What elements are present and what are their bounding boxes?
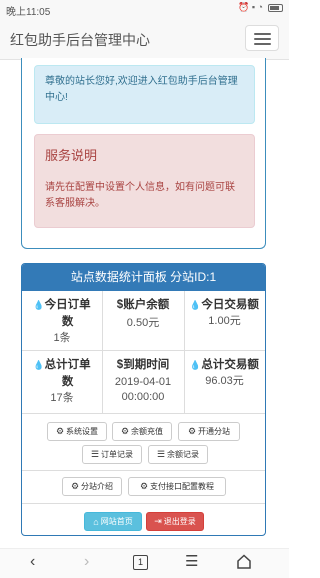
balance-records-button[interactable]: ☰ 余额记录: [148, 445, 208, 464]
menu-icon[interactable]: ☰: [185, 552, 198, 570]
stat-label: 💧今日订单数: [22, 297, 102, 331]
system-settings-label: 系统设置: [66, 427, 99, 436]
welcome-text: 尊敬的站长您好,欢迎进入红包助手后台管理中心!: [45, 76, 238, 103]
system-settings-button[interactable]: ⚙ 系统设置: [47, 422, 107, 441]
tabs-count: 1: [137, 557, 143, 567]
gear-icon: ⚙: [139, 481, 149, 491]
payment-tutorial-button[interactable]: ⚙ 支付接口配置教程: [128, 477, 226, 496]
stat-account-balance: $账户余额 0.50元: [102, 297, 184, 331]
stat-total-orders-label: 总计订单数: [44, 359, 91, 388]
hamburger-icon-line: [254, 43, 271, 45]
gear-icon: ⚙: [55, 426, 65, 436]
stat-total-orders-value: 17条: [50, 392, 74, 404]
stat-today-orders-value: 1条: [53, 332, 71, 344]
balance-records-label: 余额记录: [167, 450, 200, 459]
list-icon: ☰: [90, 449, 100, 459]
logout-button[interactable]: ⇥ 退出登录: [146, 512, 204, 531]
list-icon: ☰: [156, 449, 166, 459]
site-home-button[interactable]: ⌂ 网站首页: [84, 512, 142, 531]
gear-icon: ⚙: [70, 481, 80, 491]
button-divider: [22, 470, 265, 471]
hamburger-icon: [254, 33, 271, 35]
payment-tutorial-label: 支付接口配置教程: [150, 482, 215, 491]
button-divider: [22, 503, 265, 504]
order-records-label: 订单记录: [101, 450, 134, 459]
stat-label: $账户余额: [102, 297, 184, 314]
service-alert: 服务说明 请先在配置中设置个人信息，如有问题可联系客服解决。: [34, 134, 255, 228]
stat-account-balance-label: 账户余额: [123, 299, 170, 311]
navbar-brand[interactable]: 红包助手后台管理中心: [10, 30, 150, 50]
stat-expiry-time: $到期时间 2019-04-01 00:00:00: [102, 357, 184, 405]
stat-label: $到期时间: [102, 357, 184, 374]
drop-icon: 💧: [33, 300, 45, 310]
browser-bottom-bar: ‹ › 1 ☰: [0, 548, 289, 578]
stat-label: 💧总计交易额: [184, 357, 265, 374]
house-icon-svg: [237, 554, 251, 569]
stat-account-balance-value: 0.50元: [126, 317, 160, 329]
site-home-label: 网站首页: [100, 517, 133, 526]
hamburger-icon-line: [254, 38, 271, 40]
battery-icon: [268, 3, 283, 12]
gear-icon: ⚙: [120, 426, 130, 436]
open-substation-label: 开通分站: [198, 427, 231, 436]
row-divider: [22, 413, 265, 414]
logout-label: 退出登录: [163, 517, 196, 526]
message-panel: 尊敬的站长您好,欢迎进入红包助手后台管理中心! 服务说明 请先在配置中设置个人信…: [21, 58, 266, 249]
stat-expiry-time-label: 到期时间: [123, 359, 170, 371]
status-indicators: ⏰ ▪ ◔: [238, 2, 263, 12]
stat-today-revenue-label: 今日交易额: [201, 299, 259, 311]
order-records-button[interactable]: ☰ 订单记录: [82, 445, 142, 464]
tabs-button[interactable]: 1: [133, 555, 148, 570]
forward-icon[interactable]: ›: [84, 553, 89, 571]
stat-total-revenue-label: 总计交易额: [201, 359, 259, 371]
substation-intro-label: 分站介绍: [81, 482, 114, 491]
open-substation-button[interactable]: ⚙ 开通分站: [178, 422, 240, 441]
status-bar: 晚上11:05 ⏰ ▪ ◔: [0, 0, 289, 18]
stats-panel-header: 站点数据统计面板 分站ID:1: [22, 264, 265, 291]
logout-icon: ⇥: [154, 516, 162, 526]
home-icon: ⌂: [93, 516, 99, 527]
stat-expiry-time-value: 2019-04-01 00:00:00: [114, 376, 172, 403]
home-nav-icon[interactable]: [236, 554, 252, 574]
stat-today-orders: 💧今日订单数 1条: [22, 297, 102, 346]
stats-panel: 站点数据统计面板 分站ID:1 💧今日订单数 1条 $账户余额 0.50元 💧今…: [21, 263, 266, 536]
back-icon[interactable]: ‹: [30, 553, 35, 571]
drop-icon: 💧: [189, 360, 202, 370]
service-body: 请先在配置中设置个人信息，如有问题可联系客服解决。: [45, 182, 235, 209]
stat-today-orders-label: 今日订单数: [44, 299, 91, 328]
row-divider: [22, 350, 265, 351]
status-time: 晚上11:05: [6, 7, 51, 18]
stat-today-revenue: 💧今日交易额 1.00元: [184, 297, 265, 329]
stat-total-revenue-value: 96.03元: [205, 375, 244, 387]
stat-label: 💧今日交易额: [184, 297, 265, 314]
status-icons: ⏰ ▪ ◔: [238, 2, 283, 13]
gear-icon: ⚙: [187, 426, 197, 436]
stat-label: 💧总计订单数: [22, 357, 102, 391]
menu-toggle-button[interactable]: [245, 25, 279, 51]
stat-total-orders: 💧总计订单数 17条: [22, 357, 102, 406]
balance-recharge-label: 余额充值: [131, 427, 164, 436]
drop-icon: 💧: [33, 360, 45, 370]
top-navbar: 红包助手后台管理中心: [0, 18, 289, 60]
stat-total-revenue: 💧总计交易额 96.03元: [184, 357, 265, 389]
substation-intro-button[interactable]: ⚙ 分站介绍: [62, 477, 122, 496]
balance-recharge-button[interactable]: ⚙ 余额充值: [112, 422, 172, 441]
welcome-alert: 尊敬的站长您好,欢迎进入红包助手后台管理中心!: [34, 65, 255, 124]
service-title: 服务说明: [45, 148, 98, 163]
stat-today-revenue-value: 1.00元: [208, 315, 241, 327]
drop-icon: 💧: [189, 300, 202, 310]
